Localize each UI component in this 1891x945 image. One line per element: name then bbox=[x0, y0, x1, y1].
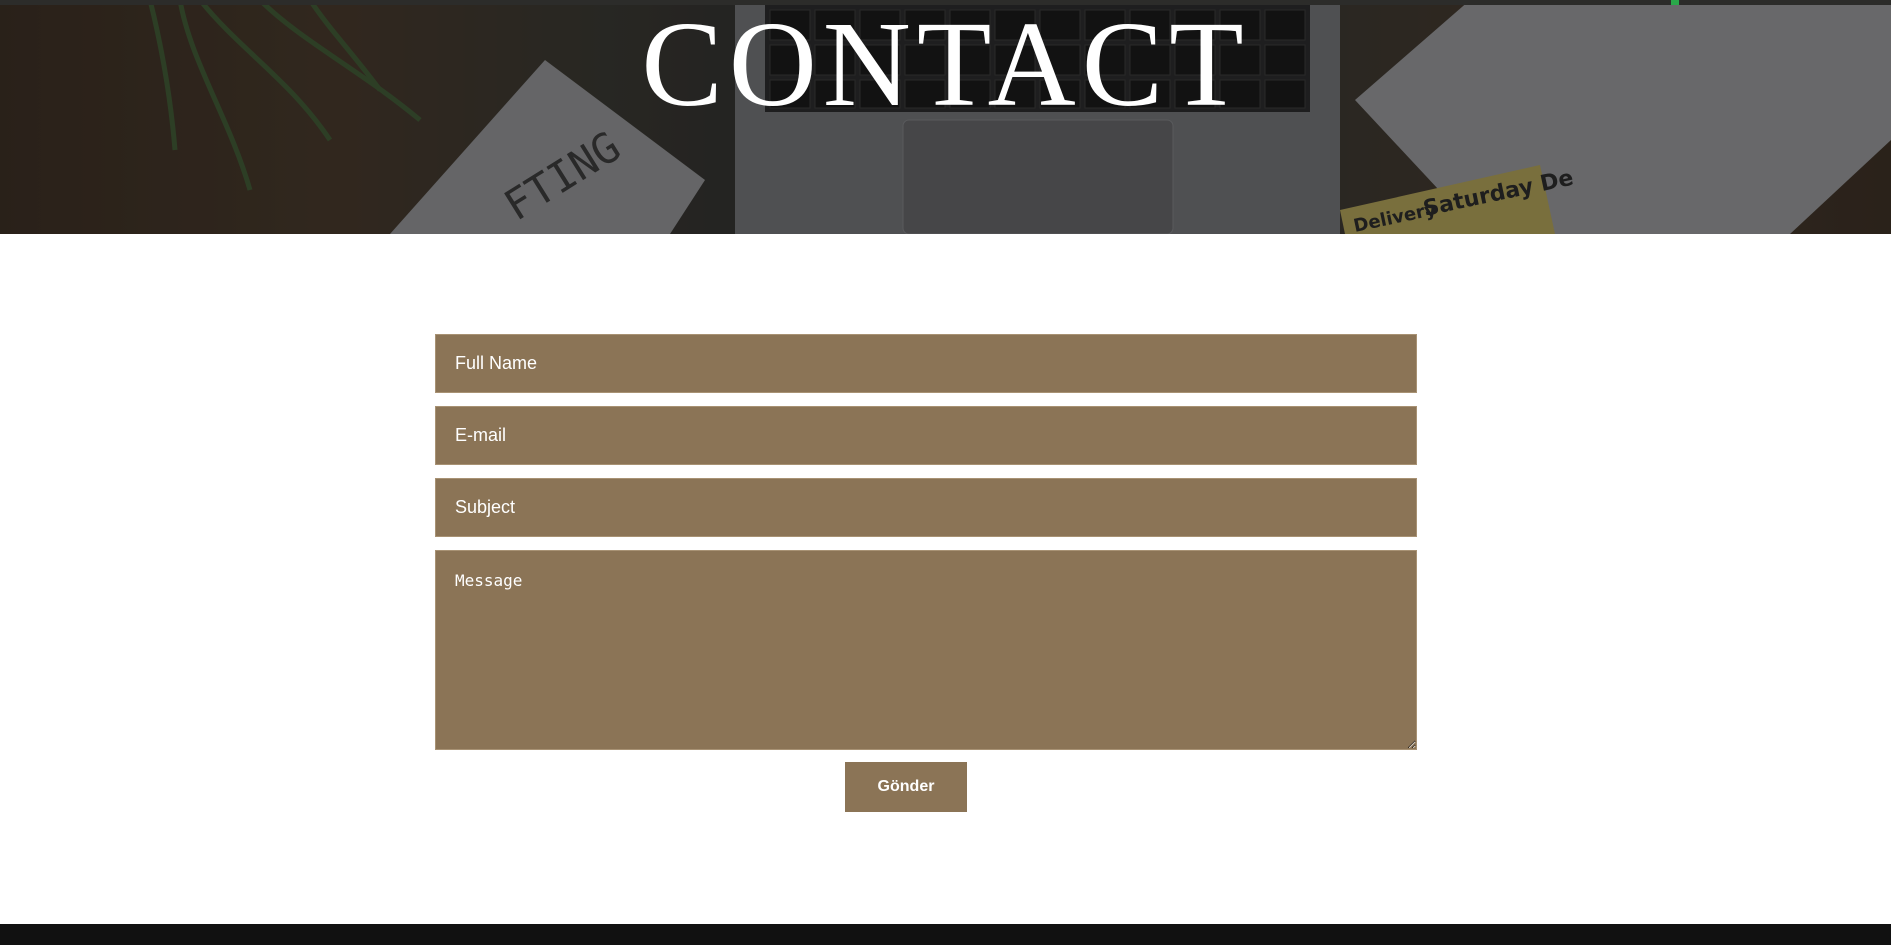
status-indicator bbox=[1671, 0, 1679, 5]
submit-button[interactable]: Gönder bbox=[845, 762, 967, 812]
contact-form bbox=[435, 334, 1417, 763]
footer bbox=[0, 924, 1891, 945]
top-bar bbox=[0, 0, 1891, 5]
hero-banner: FTING Delivery Saturday De CONTACT bbox=[0, 0, 1891, 234]
message-textarea[interactable] bbox=[435, 550, 1417, 750]
page-title: CONTACT bbox=[641, 0, 1250, 132]
email-input[interactable] bbox=[435, 406, 1417, 465]
full-name-input[interactable] bbox=[435, 334, 1417, 393]
subject-input[interactable] bbox=[435, 478, 1417, 537]
